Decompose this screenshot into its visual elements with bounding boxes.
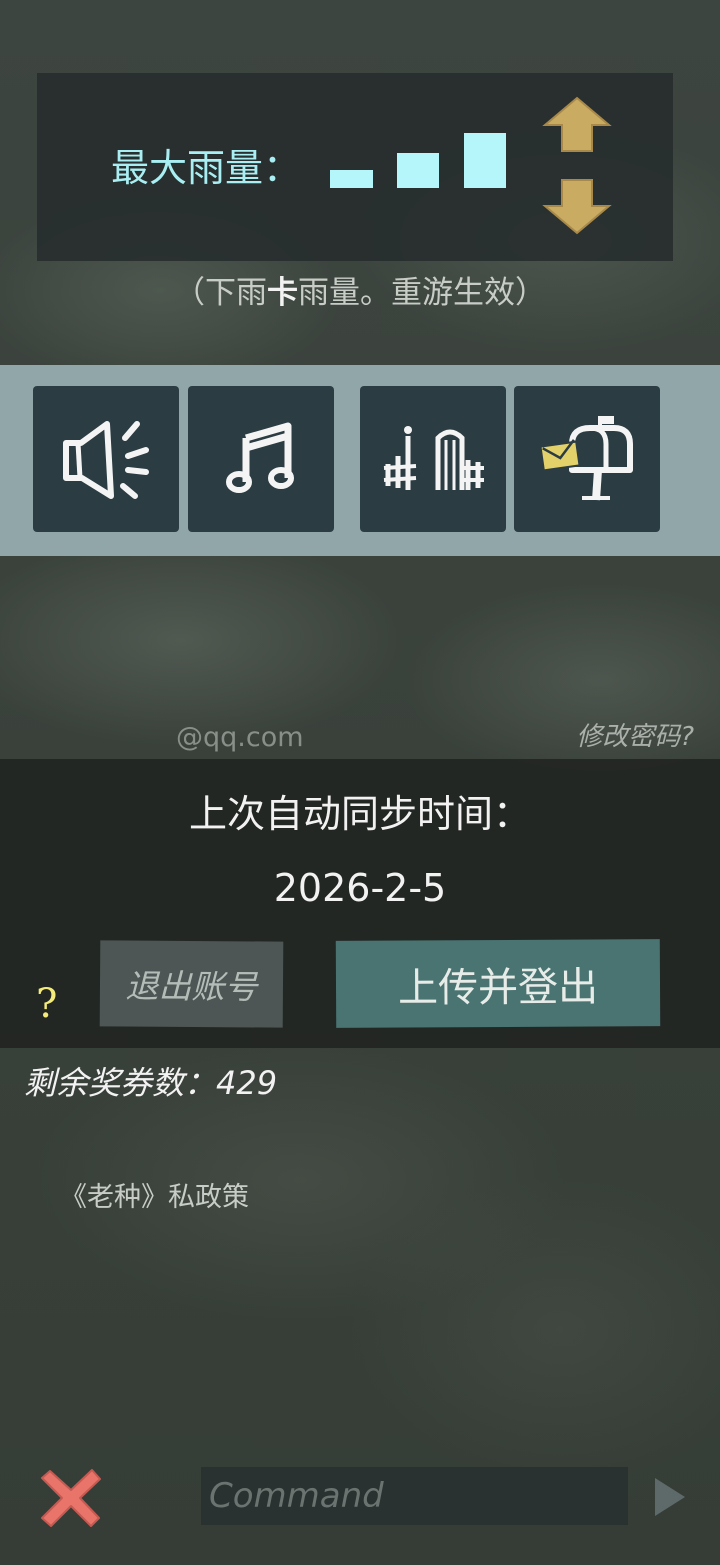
remaining-tickets: 剩余奖券数：429 [24,1064,278,1102]
mailbox-button[interactable] [514,386,660,532]
send-command-button[interactable] [650,1474,690,1520]
rain-level-bar-3[interactable] [464,133,506,188]
last-sync-label: 上次自动同步时间： [188,792,531,836]
help-button[interactable]: ? [36,978,57,1030]
play-arrow-icon [655,1478,685,1516]
privacy-policy-link[interactable]: 《老种》私政策 [60,1178,249,1218]
command-input[interactable] [201,1467,628,1525]
change-password-link[interactable]: 修改密码? [576,717,694,757]
logout-button[interactable]: 退出账号 [99,940,284,1028]
mailbox-icon [539,416,633,501]
arrow-up-icon [542,96,612,152]
rain-increase-button[interactable] [542,95,612,155]
garden-button[interactable] [360,386,506,532]
fence-gate-icon [383,426,484,490]
last-sync-date: 2026-2-5 [273,866,447,910]
music-button[interactable] [188,386,334,532]
speaker-icon [63,421,149,499]
rain-level-bar-2[interactable] [397,153,439,188]
rain-hint: （下雨卡雨量。重游生效） [174,275,546,311]
music-note-icon [226,422,294,493]
max-rain-label: 最大雨量： [111,146,302,190]
upload-and-logout-button[interactable]: 上传并登出 [335,939,661,1028]
close-button[interactable] [36,1463,106,1533]
sound-button[interactable] [33,386,179,532]
account-email: @qq.com [176,722,304,753]
rain-decrease-button[interactable] [542,176,612,236]
arrow-down-icon [542,179,612,235]
rain-level-bar-1[interactable] [330,170,373,188]
close-icon [41,1469,101,1527]
